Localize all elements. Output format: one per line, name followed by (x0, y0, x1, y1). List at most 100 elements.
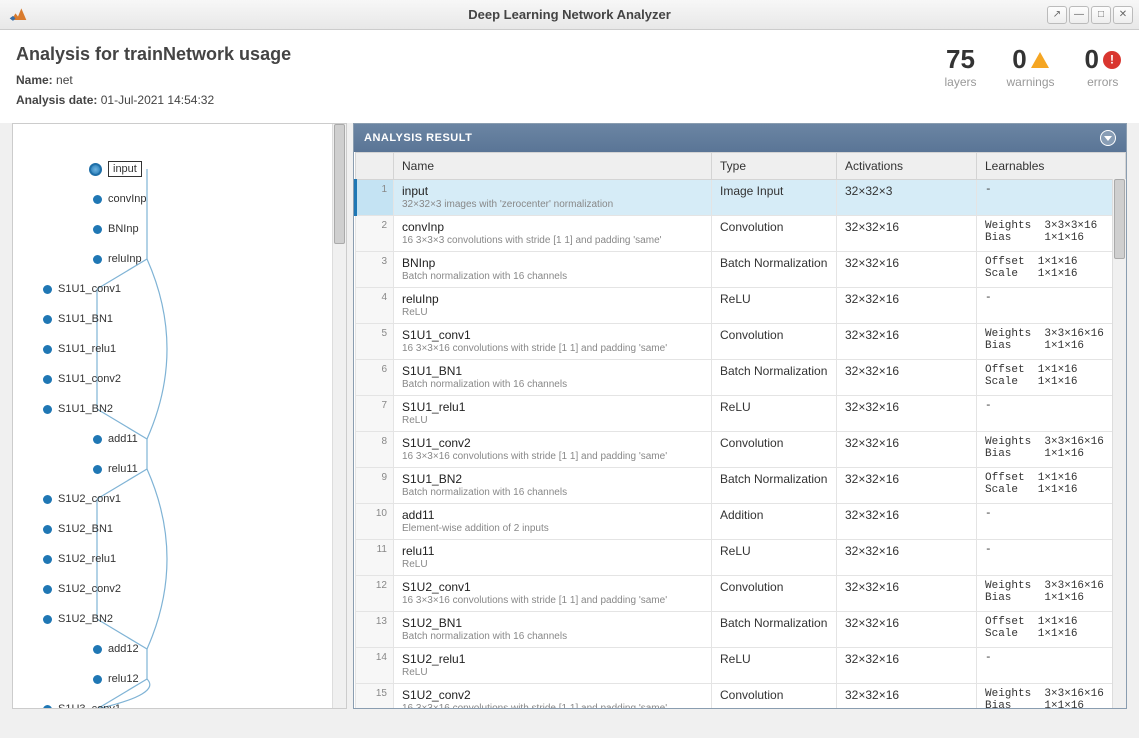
name-value: net (56, 73, 73, 87)
cell-activations: 32×32×16 (837, 648, 977, 684)
node-label: S1U1_conv2 (58, 373, 121, 385)
graph-node[interactable]: S1U1_BN2 (43, 394, 346, 424)
cell-learnables: Weights 3×3×16×16 Bias 1×1×16 (977, 576, 1126, 612)
graph-node[interactable]: S1U1_relu1 (43, 334, 346, 364)
cell-learnables: Weights 3×3×16×16 Bias 1×1×16 (977, 432, 1126, 468)
cell-type: ReLU (712, 288, 837, 324)
cell-idx: 2 (356, 216, 394, 252)
table-row[interactable]: 9S1U1_BN2Batch normalization with 16 cha… (356, 468, 1126, 504)
table-row[interactable]: 2convInp16 3×3×3 convolutions with strid… (356, 216, 1126, 252)
node-label: S1U2_conv1 (58, 493, 121, 505)
table-row[interactable]: 15S1U2_conv216 3×3×16 convolutions with … (356, 684, 1126, 709)
table-row[interactable]: 11relu11ReLUReLU32×32×16- (356, 540, 1126, 576)
analysis-table[interactable]: Name Type Activations Learnables 1input3… (354, 152, 1126, 708)
graph-node[interactable]: S1U3_conv1 (43, 694, 346, 709)
cell-name: S1U1_BN2Batch normalization with 16 chan… (394, 468, 712, 504)
table-row[interactable]: 10add11Element-wise addition of 2 inputs… (356, 504, 1126, 540)
graph-node[interactable]: input (93, 154, 346, 184)
table-row[interactable]: 5S1U1_conv116 3×3×16 convolutions with s… (356, 324, 1126, 360)
graph-node[interactable]: S1U2_conv2 (43, 574, 346, 604)
graph-node[interactable]: S1U1_BN1 (43, 304, 346, 334)
graph-node[interactable]: relu12 (93, 664, 346, 694)
table-row[interactable]: 7S1U1_relu1ReLUReLU32×32×16- (356, 396, 1126, 432)
window-minimize-button[interactable]: — (1069, 6, 1089, 24)
cell-type: Image Input (712, 180, 837, 216)
node-dot-icon (43, 345, 52, 354)
network-graph-pane[interactable]: inputconvInp BNInp reluInp S1U1_conv1 S1U1_B… (12, 123, 347, 709)
cell-idx: 13 (356, 612, 394, 648)
node-label: BNInp (108, 223, 139, 235)
node-label: S1U3_conv1 (58, 703, 121, 709)
node-label: S1U1_BN2 (58, 403, 113, 415)
table-row[interactable]: 8S1U1_conv216 3×3×16 convolutions with s… (356, 432, 1126, 468)
graph-node[interactable]: BNInp (93, 214, 346, 244)
node-dot-icon (43, 495, 52, 504)
node-dot-icon (93, 465, 102, 474)
cell-type: Batch Normalization (712, 468, 837, 504)
cell-type: Batch Normalization (712, 612, 837, 648)
graph-node[interactable]: S1U2_BN2 (43, 604, 346, 634)
graph-node[interactable]: add11 (93, 424, 346, 454)
analysis-result-pane: ANALYSIS RESULT Name Type Activations Le… (353, 123, 1127, 709)
col-activations[interactable]: Activations (837, 153, 977, 180)
node-dot-icon (43, 555, 52, 564)
cell-activations: 32×32×16 (837, 612, 977, 648)
col-type[interactable]: Type (712, 153, 837, 180)
node-dot-icon (89, 163, 102, 176)
cell-type: ReLU (712, 540, 837, 576)
cell-activations: 32×32×16 (837, 576, 977, 612)
graph-node[interactable]: S1U2_relu1 (43, 544, 346, 574)
table-row[interactable]: 6S1U1_BN1Batch normalization with 16 cha… (356, 360, 1126, 396)
graph-node[interactable]: S1U1_conv2 (43, 364, 346, 394)
cell-name: reluInpReLU (394, 288, 712, 324)
table-row[interactable]: 13S1U2_BN1Batch normalization with 16 ch… (356, 612, 1126, 648)
table-row[interactable]: 14S1U2_relu1ReLUReLU32×32×16- (356, 648, 1126, 684)
graph-scrollbar[interactable] (332, 124, 346, 708)
graph-node[interactable]: S1U1_conv1 (43, 274, 346, 304)
node-dot-icon (43, 525, 52, 534)
cell-idx: 3 (356, 252, 394, 288)
cell-name: BNInpBatch normalization with 16 channel… (394, 252, 712, 288)
warning-icon (1031, 52, 1049, 68)
cell-learnables: Offset 1×1×16 Scale 1×1×16 (977, 468, 1126, 504)
table-row[interactable]: 12S1U2_conv116 3×3×16 convolutions with … (356, 576, 1126, 612)
window-undock-button[interactable]: ↗ (1047, 6, 1067, 24)
cell-idx: 6 (356, 360, 394, 396)
cell-idx: 7 (356, 396, 394, 432)
window-maximize-button[interactable]: □ (1091, 6, 1111, 24)
window-close-button[interactable]: ✕ (1113, 6, 1133, 24)
collapse-icon[interactable] (1100, 130, 1116, 146)
cell-name: relu11ReLU (394, 540, 712, 576)
stat-errors: 0 errors (1085, 44, 1121, 89)
cell-learnables: Weights 3×3×16×16 Bias 1×1×16 (977, 324, 1126, 360)
node-dot-icon (43, 585, 52, 594)
graph-node[interactable]: convInp (93, 184, 346, 214)
name-label: Name: (16, 73, 53, 87)
col-idx[interactable] (356, 153, 394, 180)
cell-activations: 32×32×16 (837, 324, 977, 360)
cell-activations: 32×32×16 (837, 468, 977, 504)
cell-type: Convolution (712, 324, 837, 360)
col-learnables[interactable]: Learnables (977, 153, 1126, 180)
cell-type: Addition (712, 504, 837, 540)
graph-node[interactable]: add12 (93, 634, 346, 664)
matlab-logo-icon (8, 5, 28, 25)
col-name[interactable]: Name (394, 153, 712, 180)
cell-name: S1U1_BN1Batch normalization with 16 chan… (394, 360, 712, 396)
node-label: S1U1_conv1 (58, 283, 121, 295)
graph-node[interactable]: relu11 (93, 454, 346, 484)
table-scrollbar[interactable] (1112, 179, 1126, 708)
cell-activations: 32×32×3 (837, 180, 977, 216)
table-row[interactable]: 1input32×32×3 images with 'zerocenter' n… (356, 180, 1126, 216)
cell-name: add11Element-wise addition of 2 inputs (394, 504, 712, 540)
node-dot-icon (43, 315, 52, 324)
graph-node[interactable]: S1U2_conv1 (43, 484, 346, 514)
stat-layers: 75 layers (944, 44, 976, 89)
cell-learnables: - (977, 288, 1126, 324)
graph-node[interactable]: S1U2_BN1 (43, 514, 346, 544)
table-row[interactable]: 4reluInpReLUReLU32×32×16- (356, 288, 1126, 324)
node-dot-icon (43, 405, 52, 414)
node-label: S1U2_BN2 (58, 613, 113, 625)
table-row[interactable]: 3BNInpBatch normalization with 16 channe… (356, 252, 1126, 288)
graph-node[interactable]: reluInp (93, 244, 346, 274)
